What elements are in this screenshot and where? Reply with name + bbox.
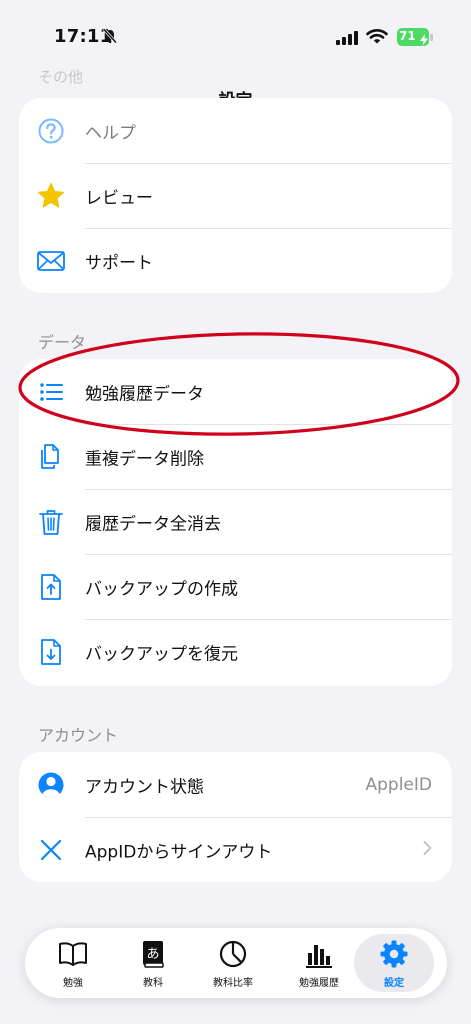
trash-icon xyxy=(36,507,66,537)
person-circle-icon xyxy=(36,770,66,800)
settings-item-sign-out[interactable]: AppIDからサインアウト xyxy=(19,817,452,882)
battery-tip xyxy=(430,34,433,41)
annotation-ellipse xyxy=(18,332,460,436)
notebook-a-icon: あ xyxy=(113,939,193,969)
tab-label: 勉強履歴 xyxy=(299,978,339,989)
settings-item-clear-history[interactable]: 履歴データ全消去 xyxy=(19,489,452,554)
tab-subject-ratio[interactable]: 教科比率 xyxy=(193,934,273,992)
tab-subjects[interactable]: あ 教科 xyxy=(113,934,193,992)
charging-bolt-icon xyxy=(420,31,428,50)
tab-label: 勉強 xyxy=(63,978,83,989)
settings-item-support[interactable]: サポート xyxy=(19,228,452,293)
doc-upload-icon xyxy=(36,572,66,602)
misc-settings-card: ヘルプ レビュー サポート xyxy=(19,98,452,293)
envelope-icon xyxy=(36,246,66,276)
tab-label: 教科 xyxy=(143,978,163,989)
settings-item-restore-backup[interactable]: バックアップを復元 xyxy=(19,619,452,684)
duplicate-docs-icon xyxy=(36,442,66,472)
book-icon xyxy=(33,939,113,969)
tab-study[interactable]: 勉強 xyxy=(33,934,113,992)
settings-item-help[interactable]: ヘルプ xyxy=(19,98,452,163)
cellular-signal-icon xyxy=(336,30,358,49)
settings-item-label: ヘルプ xyxy=(85,123,136,143)
tab-label: 教科比率 xyxy=(213,978,253,989)
scrolled-section-header: その他 xyxy=(38,68,84,86)
tab-bar: 勉強 あ 教科 教科比率 勉強履歴 設定 xyxy=(25,928,447,998)
tab-settings[interactable]: 設定 xyxy=(354,934,434,992)
wifi-icon xyxy=(366,28,388,48)
svg-text:あ: あ xyxy=(146,947,159,962)
settings-item-label: レビュー xyxy=(85,188,153,208)
settings-item-create-backup[interactable]: バックアップの作成 xyxy=(19,554,452,619)
battery-indicator: 71 xyxy=(397,28,429,46)
battery-level: 71 xyxy=(399,29,416,43)
tab-label: 設定 xyxy=(384,978,404,989)
settings-item-label: AppIDからサインアウト xyxy=(85,842,273,862)
settings-item-label: 重複データ削除 xyxy=(85,449,204,469)
settings-item-account-status[interactable]: アカウント状態 AppleID xyxy=(19,752,452,817)
gear-icon xyxy=(354,939,434,969)
section-header-account: アカウント xyxy=(38,726,119,745)
help-circle-icon xyxy=(36,116,66,146)
settings-item-label: 履歴データ全消去 xyxy=(85,514,221,534)
pie-chart-icon xyxy=(193,939,273,969)
account-settings-card: アカウント状態 AppleID AppIDからサインアウト xyxy=(19,752,452,882)
silent-bell-icon xyxy=(102,28,118,48)
bar-chart-icon xyxy=(279,939,359,969)
account-status-value: AppleID xyxy=(365,774,433,795)
status-bar: 17:11 71 xyxy=(0,0,471,72)
close-x-icon xyxy=(36,835,66,865)
star-icon xyxy=(36,181,66,211)
settings-item-label: バックアップを復元 xyxy=(85,644,238,664)
tab-study-history[interactable]: 勉強履歴 xyxy=(279,934,359,992)
settings-item-label: アカウント状態 xyxy=(85,777,204,797)
doc-download-icon xyxy=(36,637,66,667)
settings-item-label: サポート xyxy=(85,253,153,273)
chevron-right-icon xyxy=(423,840,432,859)
settings-item-label: バックアップの作成 xyxy=(85,579,238,599)
settings-item-review[interactable]: レビュー xyxy=(19,163,452,228)
